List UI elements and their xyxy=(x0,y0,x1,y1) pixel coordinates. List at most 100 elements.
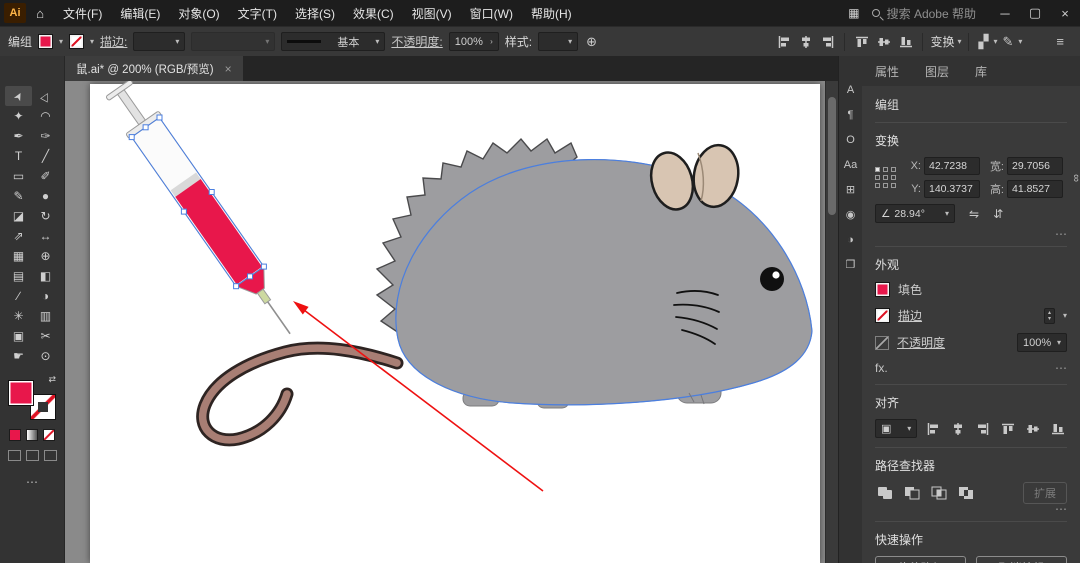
stroke-dropdown-icon[interactable]: ▾ xyxy=(90,37,94,46)
character-panel[interactable]: A xyxy=(847,82,854,97)
color-button[interactable] xyxy=(9,429,21,441)
tab-libraries[interactable]: 库 xyxy=(962,56,1000,86)
opacity-input[interactable]: 100% › xyxy=(449,32,499,51)
pen-tool[interactable]: ✒ xyxy=(5,126,32,146)
fx-button[interactable]: fx. xyxy=(875,361,888,375)
magic-wand-tool[interactable]: ✦ xyxy=(5,106,32,126)
fill-indicator[interactable] xyxy=(8,380,34,406)
draw-behind-button[interactable] xyxy=(26,450,39,461)
blend-tool[interactable]: ◑ xyxy=(32,286,59,306)
opentype-panel[interactable]: O xyxy=(846,132,855,147)
rectangle-tool[interactable]: ▭ xyxy=(5,166,32,186)
column-graph-tool[interactable]: ▥ xyxy=(32,306,59,326)
transform-menu-label[interactable]: 变换 xyxy=(930,33,954,50)
appearance-more-options-icon[interactable]: ⋯ xyxy=(1055,363,1067,373)
home-icon[interactable]: ⌂ xyxy=(26,6,54,21)
align-middle-v-icon[interactable] xyxy=(874,33,893,50)
rotate-tool[interactable]: ↻ xyxy=(32,206,59,226)
scale-tool[interactable]: ⇗ xyxy=(5,226,32,246)
stepper-down-icon[interactable]: ▾ xyxy=(1048,316,1051,322)
menu-view[interactable]: 视图(V) xyxy=(403,0,461,26)
x-input[interactable]: 42.7238 xyxy=(924,157,980,175)
close-button[interactable]: × xyxy=(1050,0,1080,26)
appearance-panel[interactable]: ⊞ xyxy=(846,182,855,197)
stroke-label[interactable]: 描边 xyxy=(898,307,1036,324)
reference-point-locator[interactable] xyxy=(875,167,897,189)
stroke-weight-select[interactable]: ▾ xyxy=(133,32,185,51)
canvas-artwork[interactable] xyxy=(65,81,838,563)
ref-point[interactable] xyxy=(883,167,888,172)
align-bottom-icon[interactable] xyxy=(896,33,915,50)
glyphs-panel[interactable]: Aa xyxy=(844,157,857,172)
artboard-tool[interactable]: ▣ xyxy=(5,326,32,346)
tab-properties[interactable]: 属性 xyxy=(862,56,912,86)
blob-brush-tool[interactable]: ● xyxy=(32,186,59,206)
curvature-tool[interactable]: ✑ xyxy=(32,126,59,146)
menu-edit[interactable]: 编辑(E) xyxy=(111,0,169,26)
ref-point[interactable] xyxy=(875,167,880,172)
panel-align-middle-v-icon[interactable] xyxy=(1024,420,1042,437)
height-input[interactable]: 41.8527 xyxy=(1007,180,1063,198)
restore-button[interactable]: ▢ xyxy=(1020,0,1050,26)
width-profile-select[interactable]: ▾ xyxy=(191,32,275,51)
menu-object[interactable]: 对象(O) xyxy=(169,0,228,26)
shape-builder-tool[interactable]: ⊕ xyxy=(32,246,59,266)
symbol-sprayer-tool[interactable]: ✳ xyxy=(5,306,32,326)
panel-align-right-icon[interactable] xyxy=(974,420,992,437)
menu-window[interactable]: 窗口(W) xyxy=(461,0,522,26)
document-tab[interactable]: 鼠.ai* @ 200% (RGB/预览) × xyxy=(65,56,243,81)
stroke-color-swatch[interactable] xyxy=(69,34,84,49)
pathfinder-exclude-icon[interactable] xyxy=(956,485,975,502)
align-to-select[interactable]: ▣ ▾ xyxy=(875,419,917,438)
flip-vertical-icon[interactable]: ⇵ xyxy=(993,207,1003,221)
mouse-tail[interactable] xyxy=(203,348,397,440)
align-left-icon[interactable] xyxy=(774,33,793,50)
hand-tool[interactable]: ☛ xyxy=(5,346,32,366)
stroke-weight-label[interactable]: 描边: xyxy=(100,33,127,50)
edit-options-icon[interactable]: ✎ xyxy=(1000,34,1015,50)
menu-help[interactable]: 帮助(H) xyxy=(522,0,581,26)
menu-file[interactable]: 文件(F) xyxy=(54,0,111,26)
flip-horizontal-icon[interactable]: ⇋ xyxy=(969,207,979,221)
stroke-unit-dropdown-icon[interactable]: ▾ xyxy=(1063,311,1067,320)
mouse-eye[interactable] xyxy=(760,267,784,291)
shape-mode-icon[interactable]: ▞ xyxy=(976,34,990,50)
ref-point[interactable] xyxy=(883,183,888,188)
opacity-label[interactable]: 不透明度: xyxy=(391,33,442,50)
mouse-tail-outline[interactable] xyxy=(203,348,397,440)
paintbrush-tool[interactable]: ✐ xyxy=(32,166,59,186)
syringe-liquid[interactable] xyxy=(175,179,262,284)
globe-icon[interactable]: ⊕ xyxy=(584,34,599,50)
style-select[interactable]: ▾ xyxy=(538,32,578,51)
mesh-tool[interactable]: ▤ xyxy=(5,266,32,286)
brush-definition-select[interactable]: 基本 ▾ xyxy=(281,32,385,51)
syringe[interactable] xyxy=(102,81,307,345)
draw-normal-button[interactable] xyxy=(8,450,21,461)
constrain-proportions-icon[interactable]: ∞ xyxy=(1070,174,1080,182)
ref-point[interactable] xyxy=(891,183,896,188)
fill-color-swatch[interactable] xyxy=(38,34,53,49)
pathfinder-intersect-icon[interactable] xyxy=(929,485,948,502)
panel-align-bottom-icon[interactable] xyxy=(1049,420,1067,437)
width-input[interactable]: 29.7056 xyxy=(1007,157,1063,175)
appearance-fill-swatch[interactable] xyxy=(875,282,890,297)
swatches-panel[interactable]: ❐ xyxy=(846,257,856,272)
shape-mode-dropdown-icon[interactable]: ▾ xyxy=(993,37,997,46)
zoom-tool[interactable]: ⊙ xyxy=(32,346,59,366)
selection-tool[interactable]: ➤ xyxy=(5,86,32,106)
width-tool[interactable]: ↔ xyxy=(32,226,59,246)
line-segment-tool[interactable]: ╱ xyxy=(32,146,59,166)
lasso-tool[interactable]: ◠ xyxy=(32,106,59,126)
canvas-area[interactable] xyxy=(65,81,838,563)
ungroup-button[interactable]: 取消编组 xyxy=(976,556,1067,563)
y-input[interactable]: 140.3737 xyxy=(924,180,980,198)
pathfinder-more-options-icon[interactable]: ⋯ xyxy=(875,504,1067,514)
menu-select[interactable]: 选择(S) xyxy=(286,0,344,26)
type-tool[interactable]: T xyxy=(5,146,32,166)
tab-close-icon[interactable]: × xyxy=(225,62,232,76)
edit-options-dropdown-icon[interactable]: ▾ xyxy=(1018,37,1022,46)
edit-toolbar-icon[interactable]: ⋯ xyxy=(26,475,38,489)
app-logo-icon[interactable]: Ai xyxy=(4,3,26,23)
color-guide-panel[interactable]: ◑ xyxy=(847,232,854,247)
fill-dropdown-icon[interactable]: ▾ xyxy=(59,37,63,46)
